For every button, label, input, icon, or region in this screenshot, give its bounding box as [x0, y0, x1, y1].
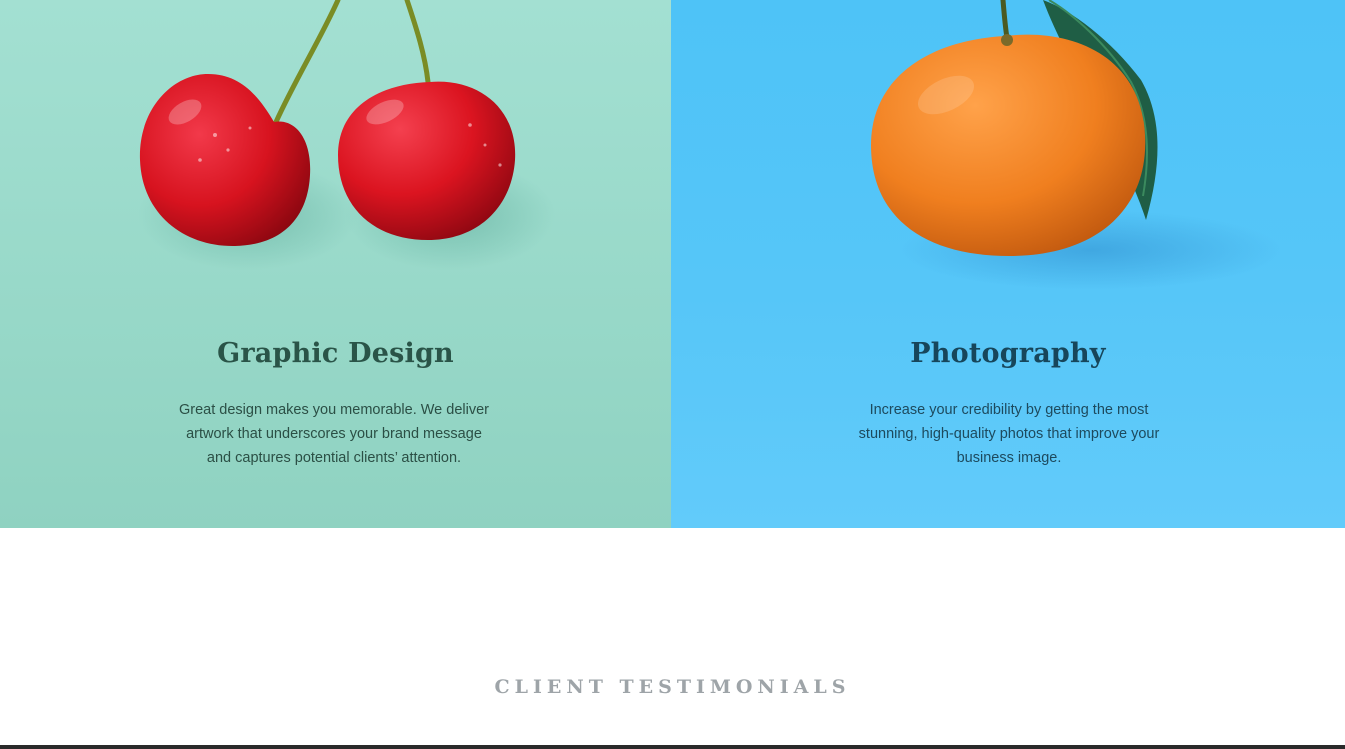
section-divider — [0, 745, 1345, 749]
service-card-graphic-design: Graphic Design Great design makes you me… — [0, 0, 671, 528]
service-card-photography: Photography Increase your credibility by… — [671, 0, 1345, 528]
testimonials-heading: CLIENT TESTIMONIALS — [494, 676, 851, 698]
service-title: Graphic Design — [217, 338, 454, 369]
service-description: Increase your credibility by getting the… — [858, 402, 1160, 466]
services-section: Graphic Design Great design makes you me… — [0, 0, 1345, 528]
service-title: Photography — [910, 338, 1106, 369]
service-description: Great design makes you memorable. We del… — [178, 402, 489, 466]
